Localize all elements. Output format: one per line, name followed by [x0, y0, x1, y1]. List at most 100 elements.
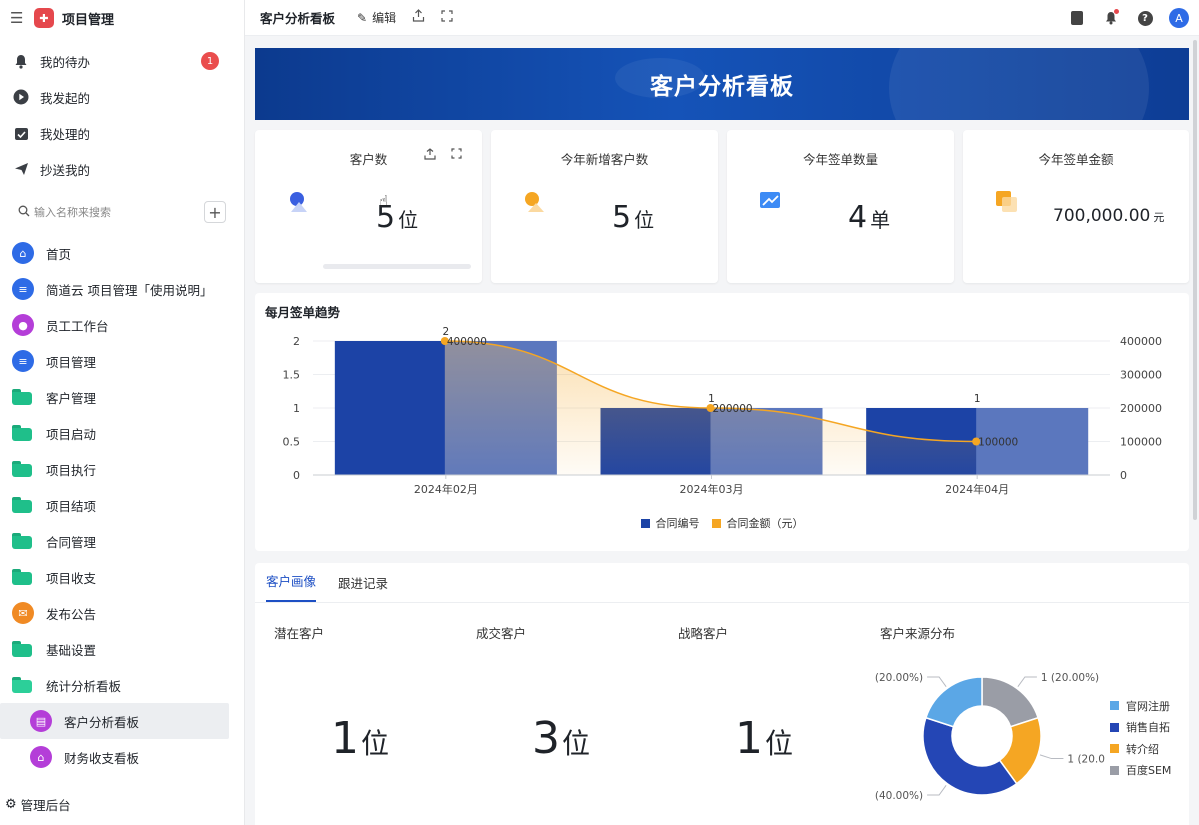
nav-item-customer[interactable]: 客户管理: [0, 379, 244, 415]
kpi-value: 3位: [532, 713, 590, 764]
stat-value: 700,000.00 元: [1053, 206, 1164, 226]
y-right-tick-label: 400000: [1120, 335, 1162, 348]
nav-item-finance[interactable]: 项目收支: [0, 559, 244, 595]
nav-item-start[interactable]: 项目启动: [0, 415, 244, 451]
gear-icon: ⚙: [5, 796, 17, 812]
nav-item-home[interactable]: ⌂ 首页: [0, 235, 244, 271]
quick-item-cc[interactable]: 抄送我的: [0, 151, 244, 187]
tab-bar: 客户画像 跟进记录: [255, 563, 1189, 603]
admin-link[interactable]: ⚙ 管理后台: [0, 783, 244, 825]
kpi-label: 战略客户: [678, 626, 729, 641]
bar-overlay: [710, 408, 823, 475]
pie-slice: [924, 676, 983, 728]
pie-data-label: 1 (20.00%): [1041, 672, 1099, 684]
y-right-tick-label: 300000: [1120, 369, 1162, 382]
pie-legend-item[interactable]: 转介绍: [1110, 738, 1171, 760]
pie-slice: [922, 716, 1018, 796]
bar-data-label: 1: [974, 393, 981, 405]
stat-number: 700,000.00: [1053, 206, 1151, 226]
user-group-icon: ●: [12, 314, 34, 336]
admin-label: 管理后台: [20, 797, 71, 813]
sidebar-header: ☰ ✚ 项目管理: [0, 0, 244, 36]
folder-icon: [12, 497, 34, 513]
edit-button[interactable]: ✎ 编辑: [357, 9, 396, 26]
nav-item-settings[interactable]: 基础设置: [0, 631, 244, 667]
bar-overlay: [444, 341, 557, 475]
quick-item-todo[interactable]: 我的待办 1: [0, 43, 244, 79]
pie-legend-item[interactable]: 销售自拓: [1110, 717, 1171, 739]
app-logo-icon: ✚: [34, 8, 54, 28]
nav-search[interactable]: 输入名称来搜索 +: [0, 195, 244, 229]
legend-swatch: [1110, 701, 1119, 711]
pie-legend-item[interactable]: 百度SEM: [1110, 760, 1171, 782]
document-icon: ≡: [12, 350, 34, 372]
nav-item-announce[interactable]: ✉ 发布公告: [0, 595, 244, 631]
stat-label: 今年新增客户数: [560, 152, 649, 167]
announce-icon: ✉: [12, 602, 34, 624]
card-scrollbar[interactable]: [323, 264, 471, 269]
menu-icon[interactable]: ☰: [10, 9, 30, 27]
book-icon[interactable]: [1067, 8, 1087, 28]
page-title: 客户分析看板: [260, 11, 336, 26]
tab-follow-up[interactable]: 跟进记录: [338, 573, 388, 602]
page-scrollbar[interactable]: [1193, 40, 1197, 520]
pie-leader-line: [927, 785, 947, 796]
export-icon[interactable]: [424, 148, 436, 163]
nav-item-label: 简道云 项目管理「使用说明」: [46, 282, 213, 298]
app-title: 项目管理: [62, 12, 115, 28]
banner-decoration: [889, 48, 1149, 120]
search-input[interactable]: 输入名称来搜索: [34, 204, 111, 220]
add-item-button[interactable]: +: [204, 201, 226, 223]
legend-item-line[interactable]: 合同金额（元）: [711, 515, 804, 531]
nav-item-label: 项目管理: [46, 354, 97, 370]
legend-swatch: [1110, 765, 1119, 775]
kpi-label: 潜在客户: [274, 626, 325, 641]
stat-number: 4: [848, 200, 868, 235]
legend-label: 官网注册: [1126, 699, 1170, 713]
customer-stat-icon: [287, 190, 309, 212]
nav-item-close[interactable]: 项目结项: [0, 487, 244, 523]
nav-item-contract[interactable]: 合同管理: [0, 523, 244, 559]
expand-icon[interactable]: [451, 148, 462, 162]
nav-item-analytics[interactable]: 统计分析看板: [0, 667, 244, 703]
stat-label: 今年签单数量: [802, 152, 878, 167]
quick-item-initiated[interactable]: 我发起的: [0, 79, 244, 115]
sidebar: ☰ ✚ 项目管理 我的待办 1 我发起的 我处理的 抄送我的 输入名称来搜索 +…: [0, 0, 245, 825]
help-icon[interactable]: ?: [1135, 8, 1155, 28]
calendar-check-icon: [12, 124, 30, 142]
stat-unit: 位: [634, 208, 655, 232]
dashboard-icon: ▤: [30, 710, 52, 732]
source-pie-chart: 1 (20.00%) 1 (20.0 (40.00%) (20.00%): [875, 672, 1105, 802]
nav-item-guide[interactable]: ≡ 简道云 项目管理「使用说明」: [0, 271, 244, 307]
notification-bell-icon[interactable]: [1101, 8, 1121, 28]
nav-item-label: 合同管理: [46, 534, 97, 550]
share-icon[interactable]: [412, 9, 425, 26]
pie-legend-item[interactable]: 官网注册: [1110, 695, 1171, 717]
nav-item-project[interactable]: ≡ 项目管理: [0, 343, 244, 379]
nav-item-execute[interactable]: 项目执行: [0, 451, 244, 487]
stat-value: 5位: [612, 200, 654, 235]
pie-leader-line: [927, 676, 947, 687]
nav-item-finance-dashboard[interactable]: ⌂ 财务收支看板: [0, 739, 244, 775]
nav-item-label: 项目收支: [46, 570, 97, 586]
chart-svg: 00.511.52010000020000030000040000021 1400…: [283, 326, 1163, 496]
legend-item-bar[interactable]: 合同编号: [640, 515, 700, 531]
quick-item-handled[interactable]: 我处理的: [0, 115, 244, 151]
play-circle-icon: [12, 88, 30, 106]
nav-item-label: 统计分析看板: [46, 678, 122, 694]
edit-label: 编辑: [372, 11, 397, 25]
x-tick-label: 2024年04月: [945, 482, 1009, 496]
nav-item-customer-dashboard[interactable]: ▤ 客户分析看板: [0, 703, 229, 739]
nav-item-label: 客户管理: [46, 390, 97, 406]
nav-item-workbench[interactable]: ● 员工工作台: [0, 307, 244, 343]
fullscreen-icon[interactable]: [441, 9, 453, 26]
stat-card-customers: 客户数 5位 ☝: [255, 130, 482, 283]
folder-icon: [12, 389, 34, 405]
tab-customer-profile[interactable]: 客户画像: [266, 571, 317, 602]
avatar[interactable]: A: [1169, 8, 1189, 28]
send-icon: [12, 160, 30, 178]
finance-icon: ⌂: [30, 746, 52, 768]
folder-icon: [12, 533, 34, 549]
kpi-closed: 成交客户 3位: [476, 623, 656, 764]
topbar: 客户分析看板 ✎ 编辑 ? A: [245, 0, 1199, 36]
